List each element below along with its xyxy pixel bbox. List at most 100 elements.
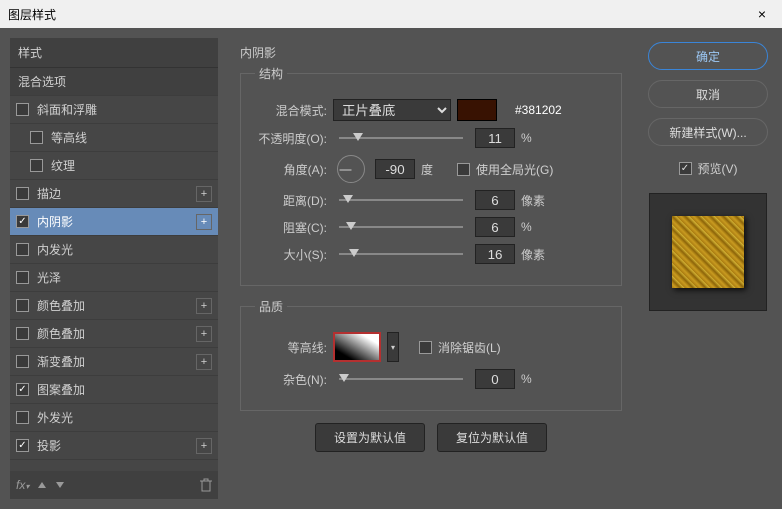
preview-toggle[interactable]: ✓ 预览(V)	[679, 160, 738, 177]
style-checkbox[interactable]	[16, 103, 29, 116]
ok-button[interactable]: 确定	[648, 42, 768, 70]
style-label: 等高线	[51, 129, 212, 146]
style-label: 内阴影	[37, 213, 196, 230]
style-row[interactable]: 外发光	[10, 404, 218, 432]
add-instance-button[interactable]: +	[196, 326, 212, 342]
global-light-checkbox[interactable]	[457, 163, 470, 176]
add-instance-button[interactable]: +	[196, 354, 212, 370]
style-row[interactable]: 颜色叠加+	[10, 320, 218, 348]
add-instance-button[interactable]: +	[196, 186, 212, 202]
style-checkbox[interactable]	[30, 159, 43, 172]
style-checkbox[interactable]	[16, 411, 29, 424]
contour-dropdown[interactable]: ▾	[387, 332, 399, 362]
fx-icon[interactable]: fx▾	[16, 478, 29, 492]
global-light-label: 使用全局光(G)	[476, 161, 553, 178]
styles-panel: 样式 混合选项 斜面和浮雕等高线纹理描边+内阴影+内发光光泽颜色叠加+颜色叠加+…	[10, 38, 218, 499]
structure-group: 结构 混合模式: 正片叠底 #381202 不透明度(O): % 角度(A): …	[240, 65, 622, 286]
preview-checkbox[interactable]: ✓	[679, 162, 692, 175]
style-row[interactable]: 渐变叠加+	[10, 348, 218, 376]
style-checkbox[interactable]	[16, 439, 29, 452]
size-unit: 像素	[521, 246, 551, 263]
angle-input[interactable]	[375, 159, 415, 179]
style-row[interactable]: 图案叠加	[10, 376, 218, 404]
noise-unit: %	[521, 372, 551, 386]
angle-unit: 度	[421, 161, 451, 178]
style-checkbox[interactable]	[16, 215, 29, 228]
trash-icon[interactable]	[200, 478, 212, 492]
arrow-up-icon[interactable]	[37, 480, 47, 490]
opacity-unit: %	[521, 131, 551, 145]
noise-input[interactable]	[475, 369, 515, 389]
quality-legend: 品质	[255, 298, 287, 315]
contour-picker[interactable]	[333, 332, 381, 362]
style-row[interactable]: 斜面和浮雕	[10, 96, 218, 124]
style-label: 渐变叠加	[37, 353, 196, 370]
size-slider[interactable]	[339, 253, 463, 255]
style-label: 颜色叠加	[37, 297, 196, 314]
opacity-slider[interactable]	[339, 137, 463, 139]
distance-slider[interactable]	[339, 199, 463, 201]
make-default-button[interactable]: 设置为默认值	[315, 423, 425, 452]
style-checkbox[interactable]	[16, 243, 29, 256]
size-label: 大小(S):	[255, 246, 327, 263]
style-checkbox[interactable]	[16, 187, 29, 200]
style-row[interactable]: 光泽	[10, 264, 218, 292]
style-row[interactable]: 内发光	[10, 236, 218, 264]
structure-legend: 结构	[255, 65, 287, 82]
style-row[interactable]: 颜色叠加+	[10, 292, 218, 320]
noise-slider[interactable]	[339, 378, 463, 380]
style-row[interactable]: 等高线	[10, 124, 218, 152]
style-checkbox[interactable]	[16, 383, 29, 396]
preview-label: 预览(V)	[698, 160, 738, 177]
antialias-checkbox[interactable]	[419, 341, 432, 354]
style-label: 内发光	[37, 241, 212, 258]
distance-input[interactable]	[475, 190, 515, 210]
style-row[interactable]: 描边+	[10, 180, 218, 208]
arrow-down-icon[interactable]	[55, 480, 65, 490]
angle-dial[interactable]	[337, 155, 365, 183]
new-style-button[interactable]: 新建样式(W)...	[648, 118, 768, 146]
window-title: 图层样式	[8, 6, 56, 23]
choke-slider[interactable]	[339, 226, 463, 228]
style-label: 光泽	[37, 269, 212, 286]
quality-group: 品质 等高线: ▾ 消除锯齿(L) 杂色(N): %	[240, 298, 622, 411]
preview-box	[649, 193, 767, 311]
style-checkbox[interactable]	[30, 131, 43, 144]
style-checkbox[interactable]	[16, 355, 29, 368]
size-input[interactable]	[475, 244, 515, 264]
styles-list: 混合选项 斜面和浮雕等高线纹理描边+内阴影+内发光光泽颜色叠加+颜色叠加+渐变叠…	[10, 68, 218, 471]
opacity-label: 不透明度(O):	[255, 130, 327, 147]
blend-options-label: 混合选项	[18, 73, 212, 90]
add-instance-button[interactable]: +	[196, 214, 212, 230]
add-instance-button[interactable]: +	[196, 438, 212, 454]
style-label: 投影	[37, 437, 196, 454]
style-checkbox[interactable]	[16, 327, 29, 340]
distance-unit: 像素	[521, 192, 551, 209]
close-button[interactable]: ×	[742, 0, 782, 28]
style-label: 纹理	[51, 157, 212, 174]
style-row[interactable]: 内阴影+	[10, 208, 218, 236]
style-checkbox[interactable]	[16, 271, 29, 284]
styles-header: 样式	[10, 38, 218, 68]
style-checkbox[interactable]	[16, 299, 29, 312]
styles-footer: fx▾	[10, 471, 218, 499]
cancel-button[interactable]: 取消	[648, 80, 768, 108]
angle-label: 角度(A):	[255, 161, 327, 178]
add-instance-button[interactable]: +	[196, 298, 212, 314]
blend-mode-label: 混合模式:	[255, 102, 327, 119]
antialias-label: 消除锯齿(L)	[438, 339, 501, 356]
contour-label: 等高线:	[255, 339, 327, 356]
opacity-input[interactable]	[475, 128, 515, 148]
action-panel: 确定 取消 新建样式(W)... ✓ 预览(V)	[644, 38, 772, 499]
style-row[interactable]: 投影+	[10, 432, 218, 460]
style-row[interactable]: 纹理	[10, 152, 218, 180]
blend-options-row[interactable]: 混合选项	[10, 68, 218, 96]
style-label: 颜色叠加	[37, 325, 196, 342]
color-swatch[interactable]	[457, 99, 497, 121]
effect-title: 内阴影	[240, 44, 622, 61]
preview-swatch	[672, 216, 744, 288]
reset-default-button[interactable]: 复位为默认值	[437, 423, 547, 452]
choke-input[interactable]	[475, 217, 515, 237]
settings-panel: 内阴影 结构 混合模式: 正片叠底 #381202 不透明度(O): % 角度(…	[228, 38, 634, 499]
blend-mode-select[interactable]: 正片叠底	[333, 99, 451, 121]
